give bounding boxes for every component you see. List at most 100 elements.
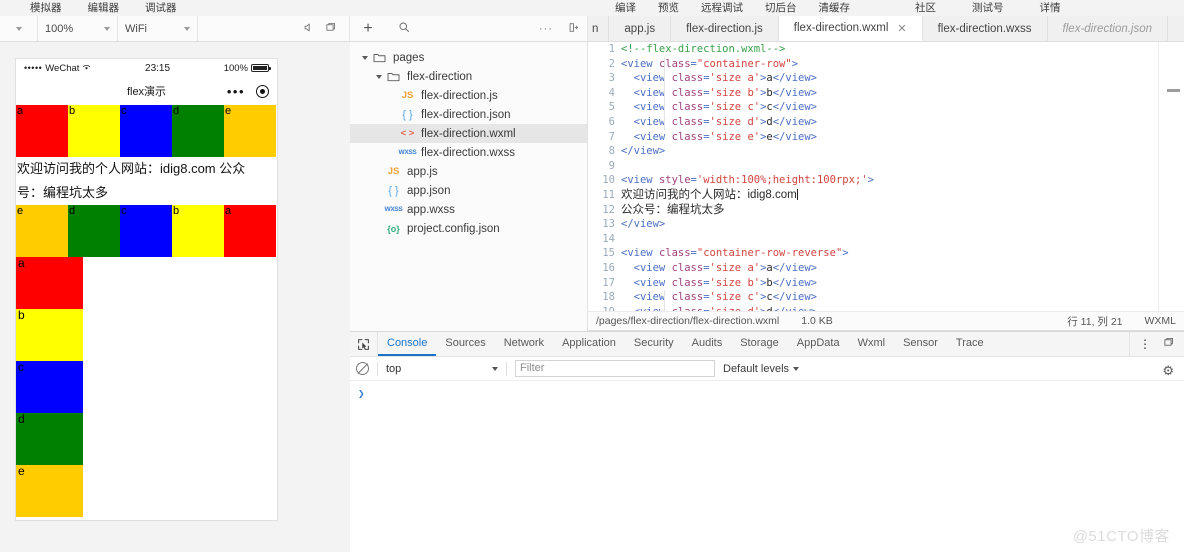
- code-token: class: [672, 131, 704, 143]
- devtools-tab-security[interactable]: Security: [625, 332, 683, 356]
- menu-item-compile[interactable]: 编译: [615, 0, 636, 16]
- line-number: 16: [588, 261, 621, 276]
- device-select[interactable]: [0, 16, 38, 41]
- tree-item-app-js[interactable]: JSapp.js: [350, 162, 587, 181]
- devtools-tab-network[interactable]: Network: [495, 332, 553, 356]
- code-line: <view class='size c'>c</view>: [621, 290, 1158, 305]
- tree-item-app-json[interactable]: { }app.json: [350, 181, 587, 200]
- menu-item-community[interactable]: 社区: [915, 0, 936, 16]
- menu-item-clear-cache[interactable]: 清缓存: [819, 0, 851, 16]
- code-token: class: [672, 277, 704, 289]
- editor-tab-flex-direction-json[interactable]: flex-direction.json: [1048, 16, 1168, 41]
- target-icon[interactable]: [256, 85, 269, 98]
- console-context-select[interactable]: top: [386, 363, 498, 375]
- devtools-tab-trace[interactable]: Trace: [947, 332, 993, 356]
- flex-block-b: b: [68, 105, 120, 157]
- battery-percent: 100%: [224, 63, 248, 74]
- devtools-tab-sensor[interactable]: Sensor: [894, 332, 947, 356]
- menu-item-preview[interactable]: 预览: [658, 0, 679, 16]
- network-select[interactable]: WiFi: [118, 16, 198, 41]
- expand-triangle-icon[interactable]: [372, 74, 385, 80]
- signal-dots-icon: •••••: [24, 63, 42, 73]
- json-file-icon: { }: [385, 185, 402, 197]
- devtools-tab-wxml[interactable]: Wxml: [849, 332, 895, 356]
- flex-block-b: b: [16, 309, 83, 361]
- menu-item-test-account[interactable]: 测试号: [972, 0, 1004, 16]
- network-value: WiFi: [125, 23, 147, 35]
- devtools-tab-appdata[interactable]: AppData: [788, 332, 849, 356]
- menu-item-editor[interactable]: 编辑器: [88, 0, 120, 16]
- tree-item-pages[interactable]: pages: [350, 48, 587, 67]
- code-token: class: [659, 247, 691, 259]
- devtools-tab-audits[interactable]: Audits: [683, 332, 732, 356]
- tree-item-label: pages: [393, 52, 424, 64]
- expand-triangle-icon[interactable]: [358, 55, 371, 61]
- editor-tab-flex-direction-js[interactable]: flex-direction.js: [671, 16, 779, 41]
- code-token: class: [672, 116, 704, 128]
- editor-more-button[interactable]: ···: [528, 16, 564, 41]
- window-icon[interactable]: [325, 22, 337, 36]
- code-editor[interactable]: 12345678910111213141516171819 <!--flex-d…: [588, 42, 1184, 319]
- menu-item-debugger[interactable]: 调试器: [145, 0, 177, 16]
- line-number: 2: [588, 57, 621, 72]
- console-levels-select[interactable]: Default levels: [723, 363, 799, 375]
- editor-tab-flex-direction-wxml[interactable]: flex-direction.wxml✕: [779, 16, 923, 41]
- dock-icon[interactable]: [1163, 337, 1175, 351]
- split-panel-button[interactable]: [560, 16, 588, 41]
- settings-gear-icon[interactable]: ⚙: [1162, 363, 1174, 379]
- code-line: <view class="container-row">: [621, 57, 1158, 72]
- phone-status-bar: ••••• WeChat 23:15 100%: [16, 59, 277, 77]
- clear-console-icon[interactable]: [356, 362, 369, 375]
- devtools-tab-console[interactable]: Console: [378, 332, 436, 356]
- devtools-tab-sources[interactable]: Sources: [436, 332, 494, 356]
- code-token: </view>: [773, 116, 817, 128]
- line-number: 1: [588, 42, 621, 57]
- zoom-value: 100%: [45, 23, 73, 35]
- tree-item-project-config-json[interactable]: {o}project.config.json: [350, 219, 587, 238]
- scrollbar-thumb[interactable]: [1167, 89, 1180, 92]
- flex-block-c: c: [120, 105, 172, 157]
- devtools-tab-application[interactable]: Application: [553, 332, 625, 356]
- tree-item-flex-direction-wxml[interactable]: < >flex-direction.wxml: [350, 124, 587, 143]
- zoom-select[interactable]: 100%: [38, 16, 118, 41]
- add-tab-button[interactable]: +: [350, 16, 386, 41]
- language-mode[interactable]: WXML: [1145, 315, 1177, 327]
- phone-frame: ••••• WeChat 23:15 100% flex演示 ••• abcde…: [15, 58, 278, 521]
- devtools-tab-storage[interactable]: Storage: [731, 332, 788, 356]
- mute-icon[interactable]: [303, 22, 314, 36]
- json-file-icon: { }: [399, 109, 416, 121]
- editor-tab-flex-direction-wxss[interactable]: flex-direction.wxss: [923, 16, 1048, 41]
- code-token: </view>: [773, 87, 817, 99]
- editor-tab-app-js[interactable]: app.js: [609, 16, 671, 41]
- code-token: style: [659, 174, 691, 186]
- tree-item-flex-direction-wxss[interactable]: WXSSflex-direction.wxss: [350, 143, 587, 162]
- tree-item-flex-direction-js[interactable]: JSflex-direction.js: [350, 86, 587, 105]
- search-icon: [398, 21, 410, 36]
- container-row-reverse: edcba: [16, 205, 277, 257]
- tree-item-flex-direction[interactable]: flex-direction: [350, 67, 587, 86]
- close-icon[interactable]: ✕: [897, 22, 906, 35]
- inspect-element-icon[interactable]: [350, 332, 378, 356]
- code-content[interactable]: <!--flex-direction.wxml--><view class="c…: [621, 42, 1158, 319]
- code-token: </view>: [773, 277, 817, 289]
- code-line: <view class='size d'>d</view>: [621, 115, 1158, 130]
- more-vertical-icon[interactable]: ⋮: [1139, 337, 1151, 351]
- chevron-down-icon: [16, 27, 22, 31]
- line-number: 9: [588, 159, 621, 174]
- console-output[interactable]: ❯: [350, 381, 1184, 400]
- code-token: 'size c': [710, 291, 761, 303]
- code-token: >: [792, 58, 798, 70]
- menu-dots-icon[interactable]: •••: [227, 85, 245, 98]
- editor-tab-n[interactable]: n: [588, 16, 609, 41]
- menu-item-details[interactable]: 详情: [1040, 0, 1061, 16]
- menu-item-background[interactable]: 切后台: [765, 0, 797, 16]
- console-filter-input[interactable]: Filter: [515, 360, 715, 377]
- tab-label: app.js: [624, 23, 655, 35]
- tree-item-flex-direction-json[interactable]: { }flex-direction.json: [350, 105, 587, 124]
- search-button[interactable]: [386, 16, 422, 41]
- menu-item-simulator[interactable]: 模拟器: [30, 0, 62, 16]
- tree-item-app-wxss[interactable]: WXSSapp.wxss: [350, 200, 587, 219]
- menu-item-remote-debug[interactable]: 远程调试: [701, 0, 743, 16]
- editor-scrollbar[interactable]: [1158, 42, 1184, 319]
- chevron-down-icon: [184, 27, 190, 31]
